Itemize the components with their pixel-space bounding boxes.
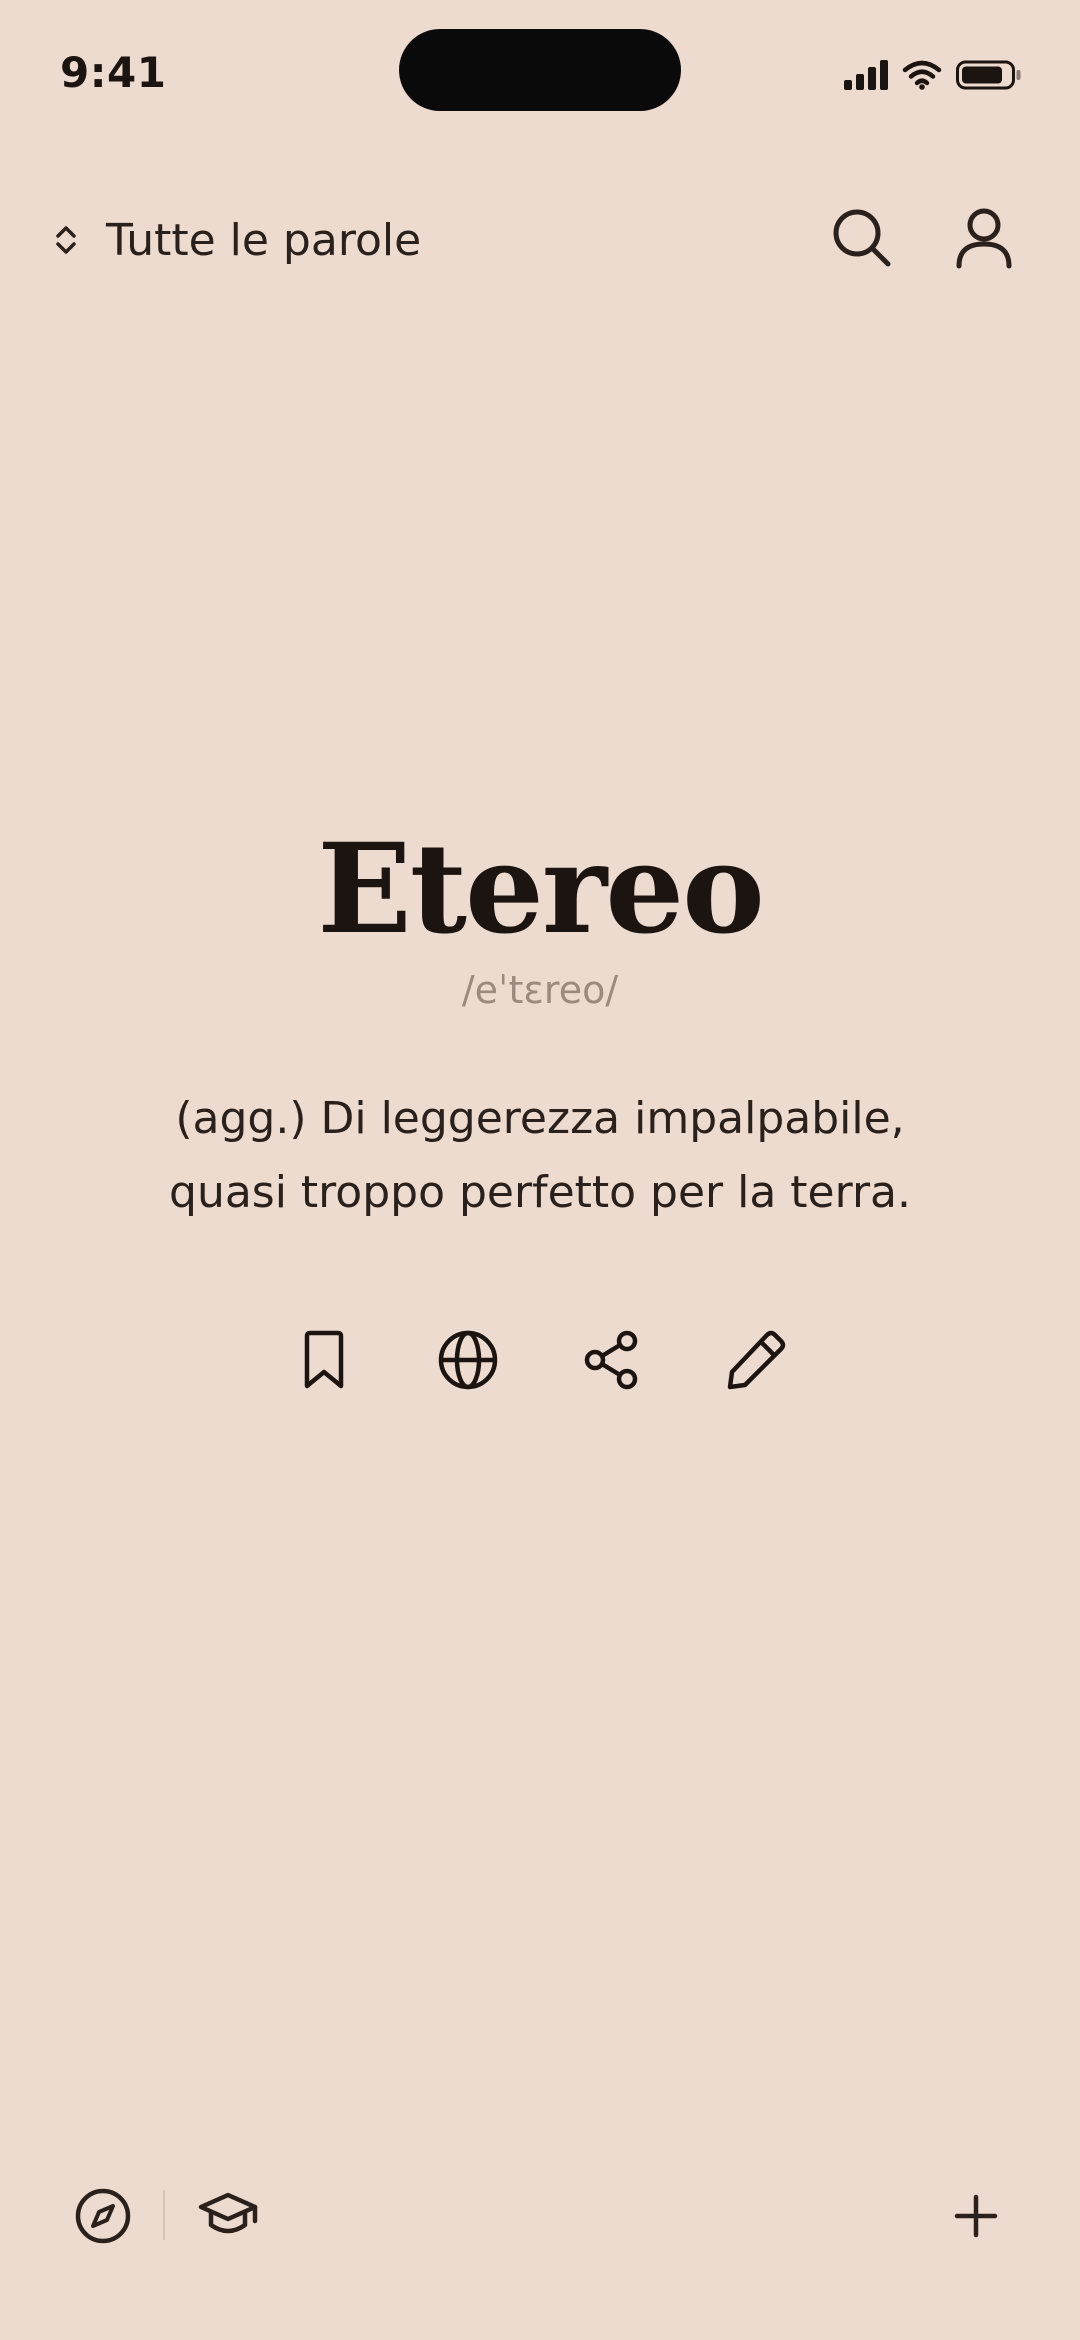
word-pronunciation: /eˈtɛreo/ (461, 968, 619, 1012)
word-filter-label: Tutte le parole (106, 214, 422, 266)
share-button[interactable] (570, 1318, 654, 1402)
status-time: 9:41 (60, 48, 167, 97)
translate-button[interactable] (426, 1318, 510, 1402)
wifi-icon (902, 60, 942, 90)
bottom-bar (0, 2170, 1080, 2260)
bottom-divider (163, 2190, 165, 2240)
word-filter-dropdown[interactable]: Tutte le parole (48, 210, 421, 270)
word-definition: (agg.) Di leggerezza impalpabile, quasi … (169, 1093, 911, 1218)
plus-icon (954, 2194, 998, 2238)
user-icon (956, 208, 1012, 269)
graduation-cap-icon (198, 2192, 258, 2234)
share-icon (584, 1330, 638, 1390)
search-icon (833, 209, 891, 267)
word-actions (0, 1318, 1080, 1402)
compass-icon (75, 2188, 131, 2244)
globe-icon (438, 1330, 498, 1390)
learn-button[interactable] (186, 2174, 270, 2258)
status-bar: 9:41 (0, 0, 1080, 150)
explore-button[interactable] (61, 2174, 145, 2258)
add-word-button[interactable] (934, 2174, 1018, 2258)
cellular-signal-icon (844, 60, 888, 90)
search-button[interactable] (822, 198, 902, 278)
dynamic-island (399, 29, 681, 111)
word-title: Etereo (317, 817, 765, 962)
header: Tutte le parole (0, 190, 1080, 290)
profile-button[interactable] (944, 198, 1024, 278)
bookmark-icon (304, 1330, 344, 1389)
edit-button[interactable] (714, 1318, 798, 1402)
status-icons (844, 60, 1022, 90)
pencil-icon (727, 1330, 786, 1390)
bookmark-button[interactable] (282, 1318, 366, 1402)
battery-icon (956, 60, 1021, 90)
chevron-up-down-icon (56, 226, 76, 254)
